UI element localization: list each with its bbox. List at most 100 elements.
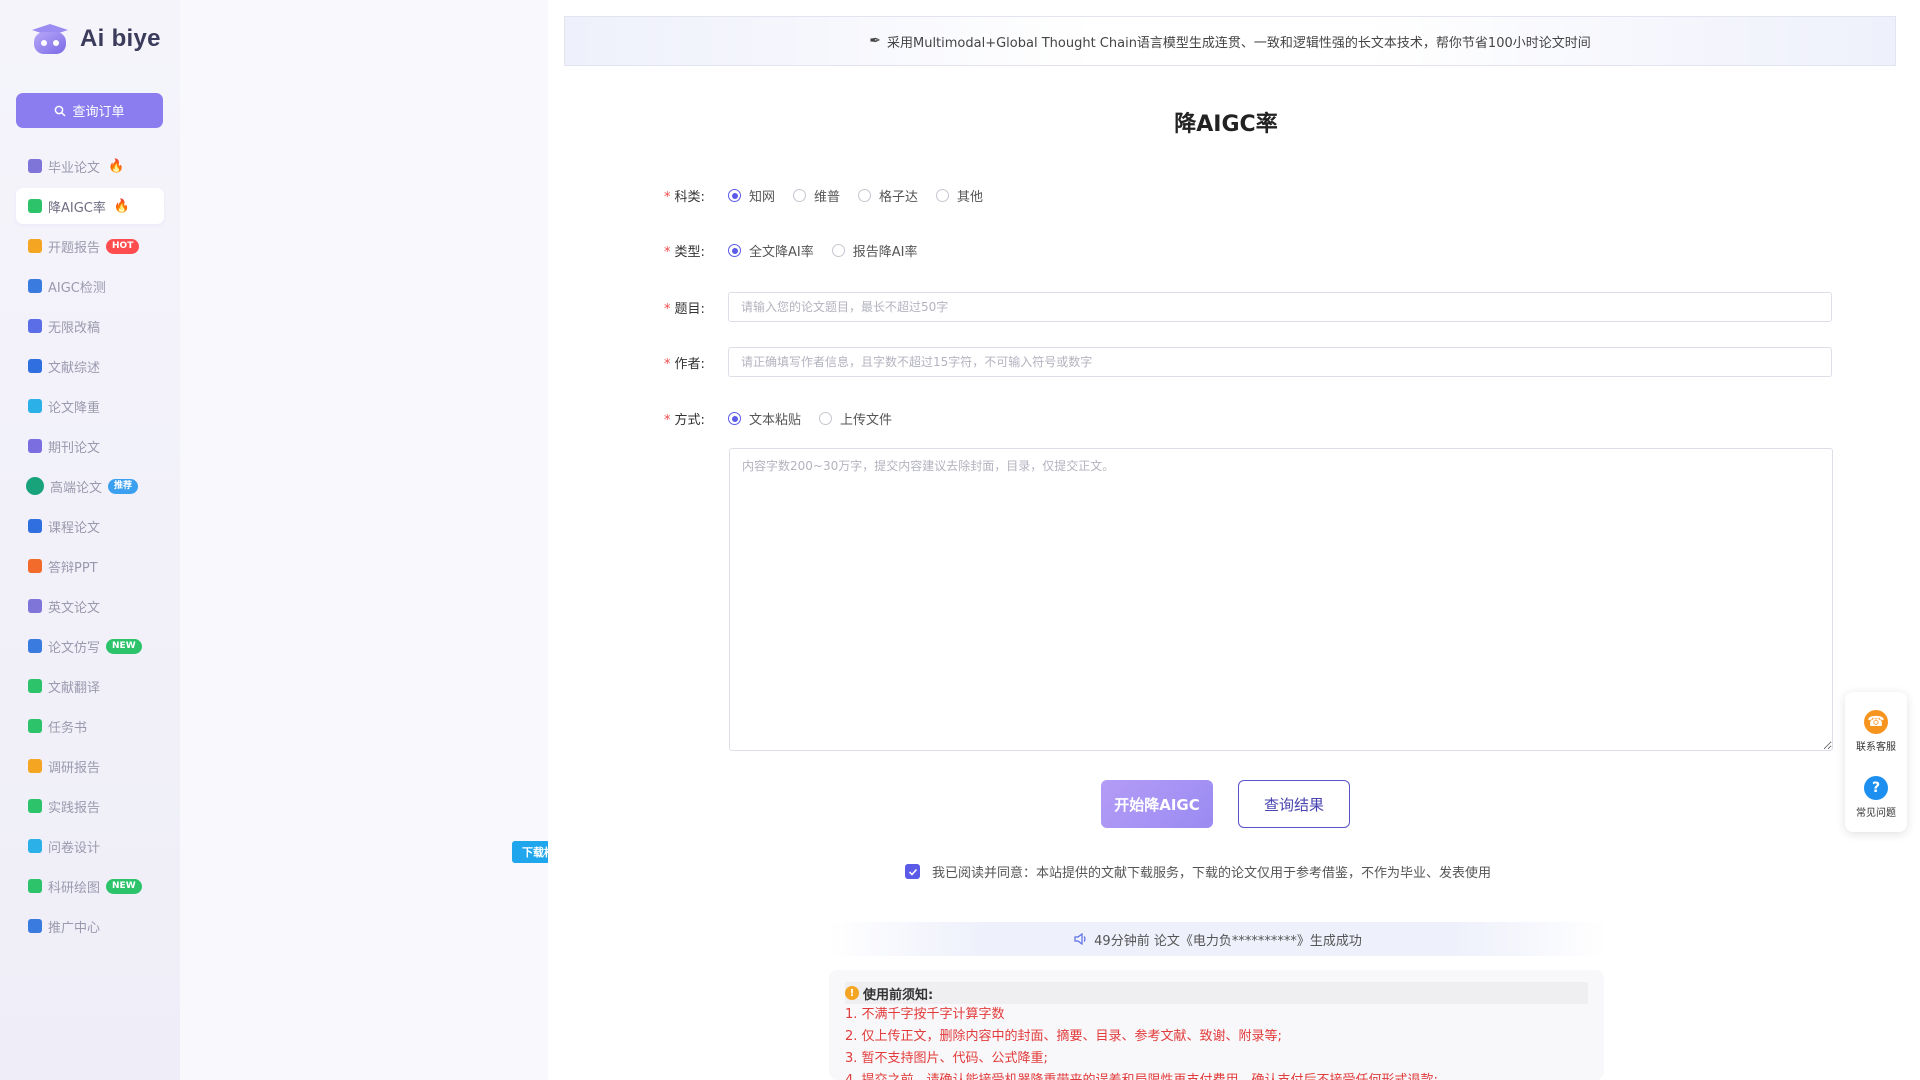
tip-item: 4. 提交之前，请确认能接受机器降重带来的误差和局限性再支付费用，确认支付后不接… [845,1070,1604,1080]
subject-option-gezida[interactable]: 格子达 [858,186,918,205]
journal-icon [28,439,42,453]
book-icon [28,359,42,373]
radio-dot [936,189,950,202]
radio-dot [793,189,807,202]
sidebar-item-label: 课程论文 [48,520,101,536]
imitate-icon [28,639,42,653]
sidebar-item-label: 期刊论文 [48,440,101,456]
drawing-icon [28,879,42,893]
topic-label: * 题目: [664,301,705,317]
sidebar-item-1[interactable]: 降AIGC率 🔥 [16,188,164,224]
sidebar-item-3[interactable]: AIGC检测 [16,268,164,304]
type-option-report[interactable]: 报告降AI率 [831,241,917,260]
method-option-paste[interactable]: 文本粘贴 [728,409,801,428]
author-input[interactable] [728,347,1832,377]
sidebar-item-label: AIGC检测 [48,280,106,296]
faq-label: 常见问题 [1856,808,1896,819]
sidebar-item-11[interactable]: 英文论文 [16,588,164,624]
sidebar-item-label: 文献综述 [48,360,101,376]
sidebar-item-4[interactable]: 无限改稿 [16,308,164,344]
sidebar-item-5[interactable]: 文献综述 [16,348,164,384]
question-icon: ? [1864,776,1888,800]
query-order-button[interactable]: 查询订单 [16,93,163,128]
ppt-icon [28,559,42,573]
graduation-cap-icon [28,159,42,173]
logo-text: Ai biye [80,25,161,52]
sidebar-item-label: 任务书 [48,720,88,736]
flame-icon: 🔥 [108,158,125,174]
sidebar-item-label: 无限改稿 [48,320,101,336]
sidebar-item-18[interactable]: 科研绘图 NEW [16,868,164,904]
subject-option-vip[interactable]: 维普 [793,186,840,205]
sidebar-item-6[interactable]: 论文降重 [16,388,164,424]
query-result-button[interactable]: 查询结果 [1238,780,1350,828]
speaker-icon [1074,933,1086,945]
agreement: 我已阅读并同意：本站提供的文献下载服务，下载的论文仅用于参考借鉴，不作为毕业、发… [905,862,1491,881]
radio-dot [831,244,845,257]
sidebar-item-15[interactable]: 调研报告 [16,748,164,784]
sidebar-item-16[interactable]: 实践报告 [16,788,164,824]
sidebar: Ai biye 查询订单 毕业论文 🔥 降AIGC率 🔥 开题报告 HOT AIGC检测 无限… [0,0,180,1080]
sidebar-item-19[interactable]: 推广中心 [16,908,164,944]
chart-down-icon [28,399,42,413]
sidebar-item-8[interactable]: 高端论文 推荐 [16,468,164,504]
method-option-upload[interactable]: 上传文件 [819,409,892,428]
sidebar-item-9[interactable]: 课程论文 [16,508,164,544]
banner-text: 采用Multimodal+Global Thought Chain语言模型生成连… [886,35,1591,51]
floating-help-panel: ☎ 联系客服 ? 常见问题 [1845,692,1907,832]
method-label: * 方式: [664,413,705,428]
notice-text: 49分钟前 论文《电力负**********》生成成功 [1094,933,1362,949]
tips-title: 使用前须知: [863,987,934,1003]
check-icon [908,868,917,876]
sidebar-item-13[interactable]: 文献翻译 [16,668,164,704]
search-icon [55,105,67,117]
sidebar-item-14[interactable]: 任务书 [16,708,164,744]
subject-label: * 科类: [664,190,705,205]
sidebar-item-label: 科研绘图 [48,880,101,896]
subject-options: 知网 维普 格子达 其他 [728,186,1001,205]
report-icon [28,239,42,253]
radio-dot [858,189,872,202]
translate-icon [28,679,42,693]
sidebar-item-label: 降AIGC率 [48,200,106,216]
sidebar-item-label: 答辩PPT [48,560,98,576]
logo[interactable]: Ai biye [28,22,161,56]
start-reduce-button[interactable]: 开始降AIGC [1101,780,1213,828]
sidebar-item-label: 论文仿写 [48,640,101,656]
sidebar-item-label: 问卷设计 [48,840,101,856]
research-icon [28,759,42,773]
tip-item: 2. 仅上传正文，删除内容中的封面、摘要、目录、参考文献、致谢、附录等; [845,1029,1282,1044]
sidebar-item-label: 高端论文 [50,480,103,496]
subject-option-cnki[interactable]: 知网 [728,186,775,205]
type-row: * 类型: 全文降AI率 报告降AI率 [664,241,935,260]
query-order-label: 查询订单 [72,105,125,120]
sidebar-item-0[interactable]: 毕业论文 🔥 [16,148,164,184]
sidebar-item-7[interactable]: 期刊论文 [16,428,164,464]
robot-logo-icon [32,24,68,54]
openai-icon [26,477,44,495]
edit-icon [28,319,42,333]
radio-dot [819,412,833,425]
sidebar-item-12[interactable]: 论文仿写 NEW [16,628,164,664]
ai-icon [28,199,42,213]
subject-option-other[interactable]: 其他 [936,186,983,205]
topic-input[interactable] [728,292,1832,322]
agree-checkbox[interactable] [905,864,920,879]
send-icon [28,919,42,933]
method-options: 文本粘贴 上传文件 [728,409,910,428]
sidebar-item-17[interactable]: 问卷设计 [16,828,164,864]
type-option-full[interactable]: 全文降AI率 [728,241,814,260]
sidebar-item-label: 实践报告 [48,800,101,816]
tips-header: ! 使用前须知: [845,982,1588,1004]
sidebar-item-label: 推广中心 [48,920,101,936]
content-textarea[interactable] [729,448,1833,751]
sidebar-item-10[interactable]: 答辩PPT [16,548,164,584]
faq-button[interactable]: ? 常见问题 [1845,776,1907,819]
tip-item: 3. 暂不支持图片、代码、公式降重; [845,1051,1048,1066]
contact-service-button[interactable]: ☎ 联系客服 [1845,710,1907,753]
sidebar-item-2[interactable]: 开题报告 HOT [16,228,164,264]
author-label: * 作者: [664,356,705,372]
banner: ✒ 采用Multimodal+Global Thought Chain语言模型生… [564,16,1896,66]
method-row: * 方式: 文本粘贴 上传文件 [664,409,910,428]
radio-dot [728,244,741,257]
